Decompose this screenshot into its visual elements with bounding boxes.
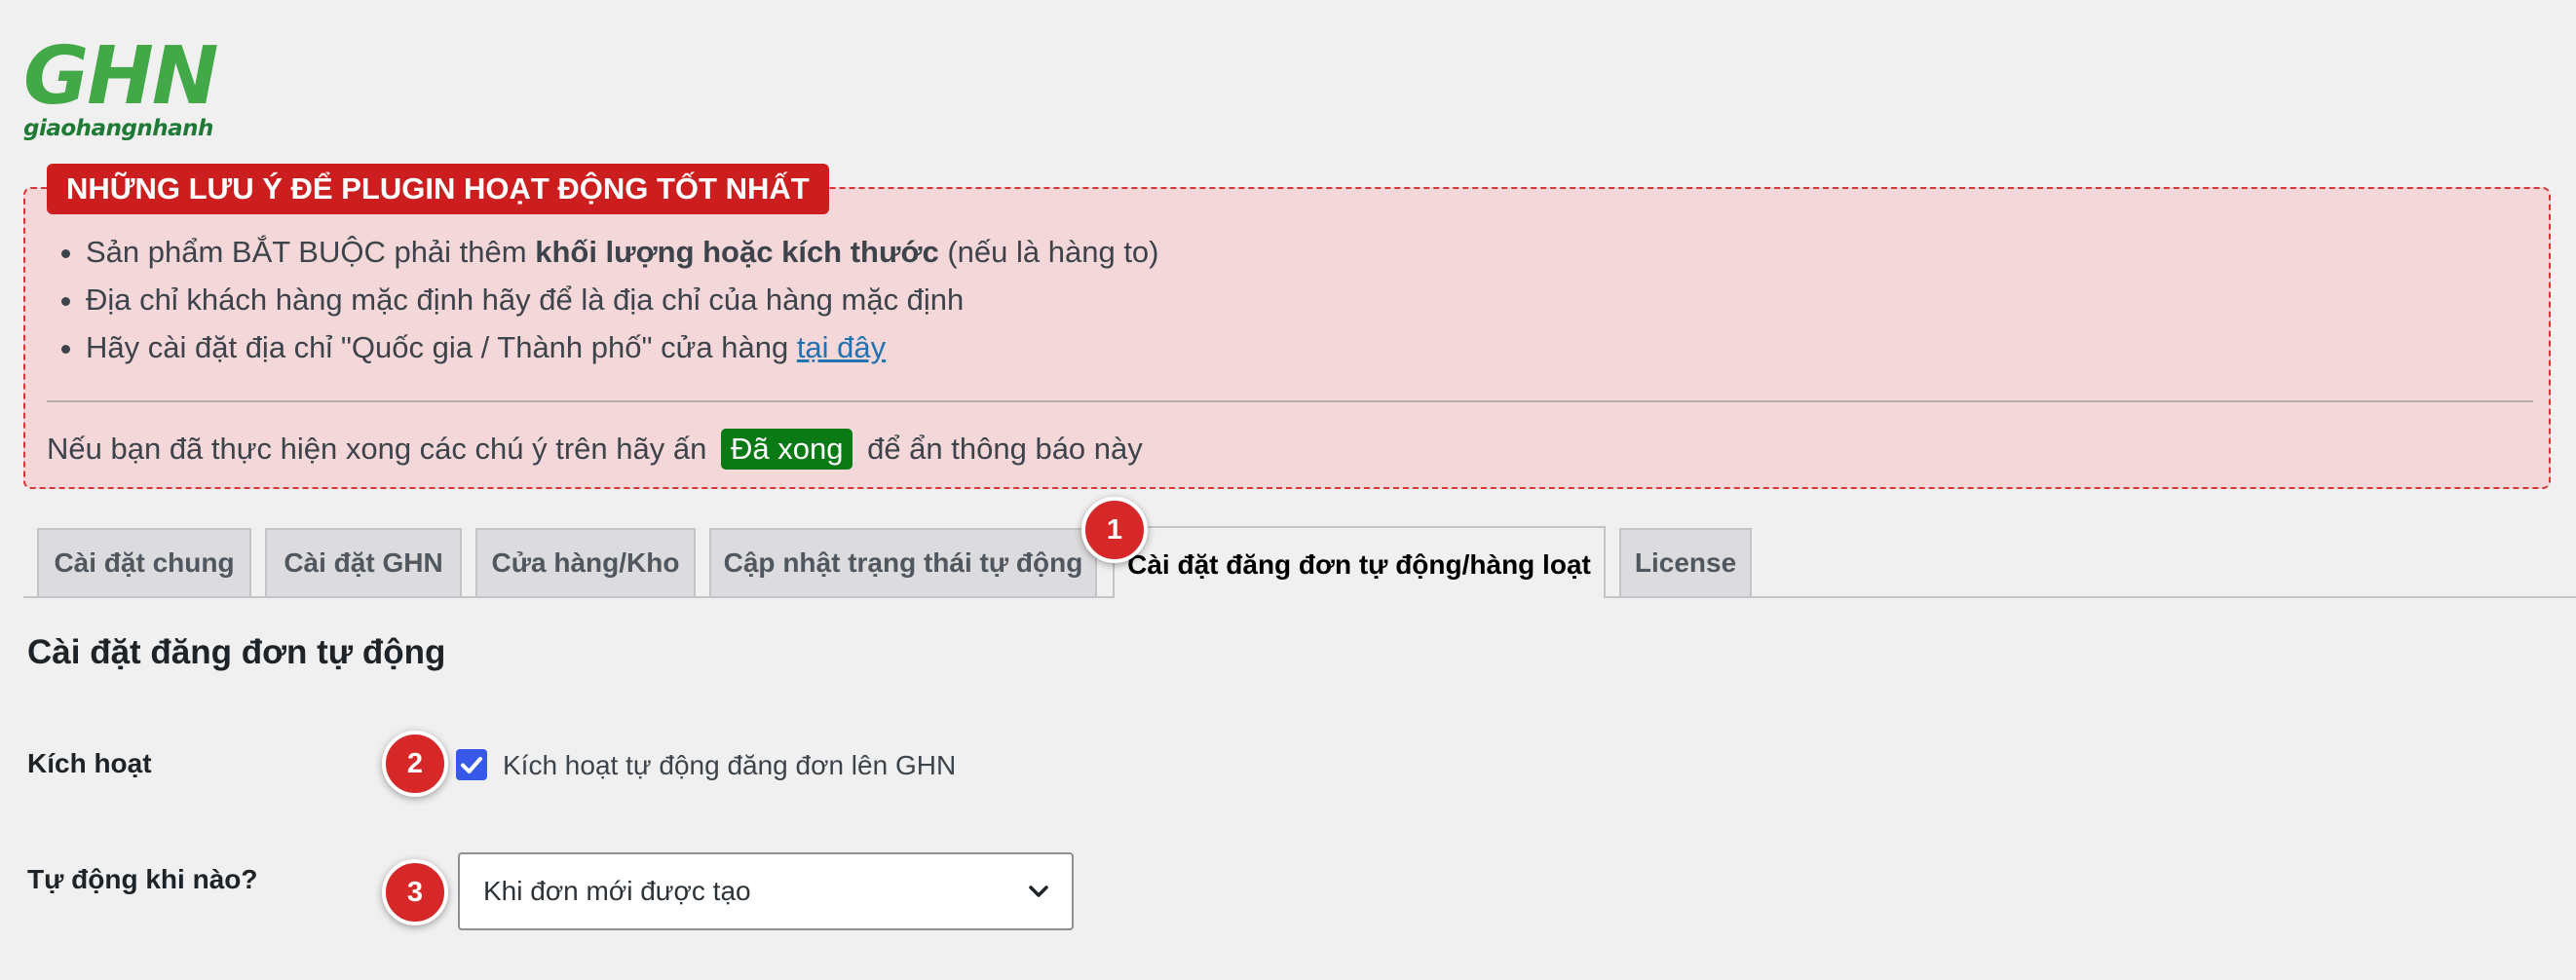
notice-item-store-address: Hãy cài đặt địa chỉ "Quốc gia / Thành ph…: [86, 323, 1159, 371]
notice-item-text: (nếu là hàng to): [938, 235, 1159, 269]
notice-item-text: Hãy cài đặt địa chỉ "Quốc gia / Thành ph…: [86, 330, 797, 364]
tab-auto-status-update[interactable]: Cập nhật trạng thái tự động: [709, 528, 1097, 596]
tab-store-warehouse[interactable]: Cửa hàng/Kho: [475, 528, 696, 596]
notice-divider: [47, 400, 2533, 402]
step-badge-3: 3: [382, 859, 448, 925]
notice-footer-text: để ẩn thông báo này: [867, 432, 1143, 466]
ghn-logo: GHN giaohangnhanh: [23, 30, 228, 141]
notice-item-text: Địa chỉ khách hàng mặc định hãy để là đị…: [86, 283, 965, 317]
when-select[interactable]: Khi đơn mới được tạo: [458, 852, 1074, 930]
tab-license[interactable]: License: [1619, 528, 1752, 596]
logo-subtitle: giaohangnhanh: [23, 116, 213, 141]
notice-item-address: Địa chỉ khách hàng mặc định hãy để là đị…: [86, 276, 1159, 323]
logo-mark: GHN: [23, 30, 219, 123]
notice-item-weight: Sản phẩm BẮT BUỘC phải thêm khối lượng h…: [86, 228, 1159, 276]
notice-title: NHỮNG LƯU Ý ĐỂ PLUGIN HOẠT ĐỘNG TỐT NHẤT: [47, 164, 829, 214]
plugin-notice: NHỮNG LƯU Ý ĐỂ PLUGIN HOẠT ĐỘNG TỐT NHẤT…: [23, 164, 2551, 489]
notice-list: Sản phẩm BẮT BUỘC phải thêm khối lượng h…: [25, 228, 1159, 371]
section-title: Cài đặt đăng đơn tự động: [27, 633, 446, 671]
checkmark-icon: [461, 757, 482, 773]
notice-item-bold: khối lượng hoặc kích thước: [535, 235, 939, 269]
activate-label: Kích hoạt: [27, 748, 152, 778]
when-label: Tự động khi nào?: [27, 864, 258, 894]
activate-checkbox-label[interactable]: Kích hoạt tự động đăng đơn lên GHN: [503, 748, 956, 783]
chevron-down-icon: [1029, 886, 1048, 897]
step-badge-2: 2: [382, 731, 448, 797]
when-select-value: Khi đơn mới được tạo: [483, 876, 751, 906]
notice-footer-text: Nếu bạn đã thực hiện xong các chú ý trên…: [47, 432, 707, 466]
tab-general-settings[interactable]: Cài đặt chung: [37, 528, 251, 596]
step-badge-1: 1: [1081, 497, 1148, 563]
store-settings-link[interactable]: tại đây: [797, 330, 886, 364]
dismiss-notice-button[interactable]: Đã xong: [720, 429, 853, 470]
activate-checkbox[interactable]: [456, 749, 487, 780]
notice-item-text: Sản phẩm BẮT BUỘC phải thêm: [86, 235, 536, 269]
notice-footer: Nếu bạn đã thực hiện xong các chú ý trên…: [47, 425, 1143, 473]
tab-auto-bulk-order[interactable]: Cài đặt đăng đơn tự động/hàng loạt: [1113, 526, 1606, 598]
settings-tabs: Cài đặt chung Cài đặt GHN Cửa hàng/Kho C…: [0, 526, 2576, 598]
tab-ghn-settings[interactable]: Cài đặt GHN: [265, 528, 462, 596]
